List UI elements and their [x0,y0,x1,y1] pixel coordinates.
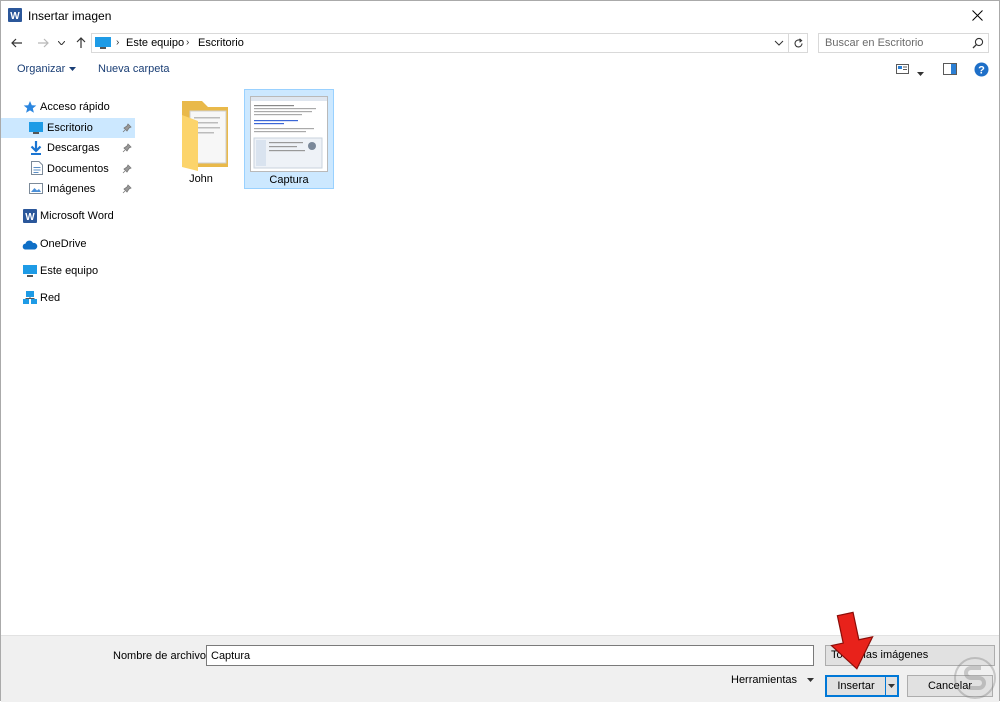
breadcrumb-escritorio[interactable]: Escritorio [198,37,244,49]
file-item-captura[interactable]: Captura [244,89,334,189]
address-bar[interactable]: › Este equipo › Escritorio [91,33,789,53]
back-arrow-icon [11,38,22,48]
search-icon [972,37,984,49]
help-button[interactable]: ? [974,62,989,80]
sidebar-item-escritorio[interactable]: Escritorio [1,118,135,138]
sidebar-item-acceso-rapido[interactable]: Acceso rápido [1,97,135,117]
filename-input[interactable] [206,645,814,666]
insert-image-dialog: W Insertar imagen › Este equipo › Escrit… [0,0,1000,702]
pin-icon[interactable] [122,164,132,174]
insert-options-button[interactable] [885,677,897,695]
chevron-down-icon [69,67,77,71]
sidebar-item-label: Acceso rápido [40,101,110,113]
pin-icon[interactable] [122,143,132,153]
title-bar: W Insertar imagen [1,1,999,29]
new-folder-label: Nueva carpeta [98,63,170,75]
network-icon [23,291,37,304]
chevron-down-icon [807,678,815,682]
help-icon: ? [974,62,989,77]
preview-pane-icon [943,63,957,75]
breadcrumb-este-equipo[interactable]: Este equipo [126,37,184,49]
sidebar-item-microsoft-word[interactable]: W Microsoft Word [1,206,135,226]
search-input[interactable] [819,34,969,52]
sidebar-item-label: Red [40,292,61,304]
breadcrumb-separator: › [116,37,120,48]
file-list: John Captura [141,87,999,635]
cloud-icon [22,240,38,250]
sidebar-item-label: Escritorio [47,122,93,134]
back-button[interactable] [7,33,27,53]
window-title: Insertar imagen [28,9,112,23]
word-icon: W [8,8,22,22]
folder-icon [182,101,228,171]
pin-icon[interactable] [122,123,132,133]
insert-label: Insertar [837,680,875,692]
annotation-arrow-icon [830,611,874,670]
computer-icon [23,265,37,277]
chevron-down-icon[interactable] [773,37,785,49]
search-box[interactable] [818,33,989,53]
forward-arrow-icon [38,38,49,48]
document-icon [31,161,43,175]
download-icon [30,141,42,155]
sidebar-item-label: Microsoft Word [40,210,114,222]
svg-text:W: W [10,11,20,22]
sidebar-item-documentos[interactable]: Documentos [1,159,135,179]
sidebar-item-este-equipo[interactable]: Este equipo [1,261,135,281]
tools-label: Herramientas [731,674,798,686]
refresh-icon [793,37,803,47]
refresh-button[interactable] [789,33,808,53]
chevron-down-icon [888,684,895,688]
desktop-icon [95,37,111,49]
file-name: Captura [269,174,309,186]
svg-text:W: W [25,212,35,223]
command-bar: Organizar Nueva carpeta ? [1,59,999,83]
navigation-pane: Acceso rápido Escritorio Descargas Docum… [1,91,141,635]
desktop-icon [29,122,43,134]
star-icon [23,101,37,113]
close-icon [971,9,983,21]
file-item-john[interactable]: John [156,89,246,189]
organize-button[interactable]: Organizar [17,63,77,75]
sidebar-item-red[interactable]: Red [1,288,135,308]
view-dropdown-button[interactable] [917,67,924,79]
forward-button[interactable] [33,33,53,53]
pictures-icon [29,183,43,194]
sidebar-item-label: Descargas [47,142,100,154]
sidebar-item-onedrive[interactable]: OneDrive [1,234,135,254]
sidebar-item-label: Documentos [47,163,109,175]
breadcrumb-separator: › [186,37,190,48]
svg-text:?: ? [978,65,985,77]
sidebar-item-label: Imágenes [47,183,96,195]
sidebar-item-label: OneDrive [40,238,87,250]
filename-label: Nombre de archivo: [113,650,209,662]
preview-pane-button[interactable] [943,63,957,78]
organize-label: Organizar [17,63,66,75]
chevron-down-icon [57,41,65,45]
sidebar-item-descargas[interactable]: Descargas [1,138,135,158]
watermark-logo [954,657,996,699]
word-icon: W [23,209,37,223]
new-folder-button[interactable]: Nueva carpeta [98,63,170,75]
navigation-row: › Este equipo › Escritorio [1,29,999,57]
pin-icon[interactable] [122,184,132,194]
view-options-icon [896,64,909,74]
image-thumbnail [250,96,328,172]
up-button[interactable] [71,33,91,53]
recent-locations-button[interactable] [55,33,67,53]
sidebar-item-imagenes[interactable]: Imágenes [1,179,135,199]
change-view-button[interactable] [896,63,910,78]
sidebar-item-label: Este equipo [40,265,99,277]
tools-button[interactable]: Herramientas [731,674,815,686]
up-arrow-icon [76,37,86,48]
file-name: John [189,173,213,185]
chevron-down-icon [917,72,924,76]
close-button[interactable] [955,1,999,29]
insert-button[interactable]: Insertar [825,675,899,697]
